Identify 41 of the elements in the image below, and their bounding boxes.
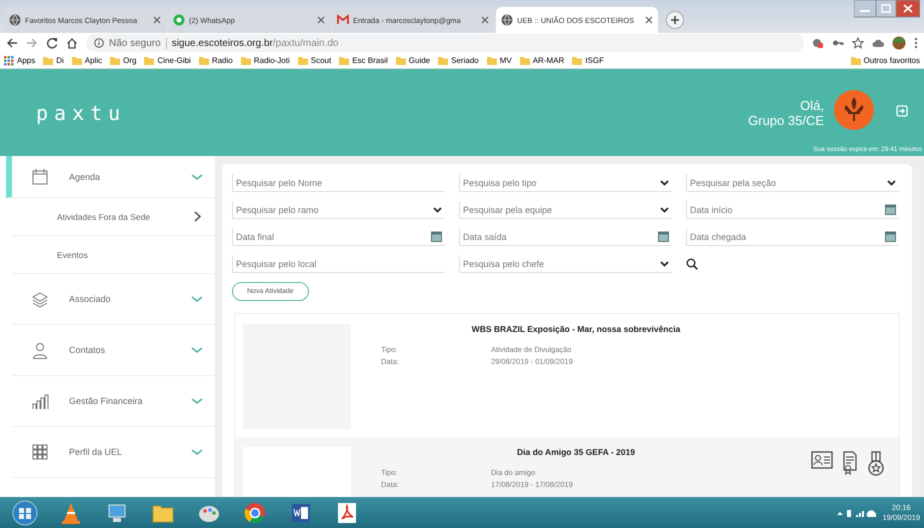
dropdown-field[interactable]: Pesquisar pelo ramo [232, 201, 445, 219]
user-name: Grupo 35/CE [748, 112, 824, 128]
sidebar-item[interactable]: Associado [12, 274, 215, 325]
activity-title: Dia do Amigo 35 GEFA - 2019 [516, 447, 636, 457]
date-field[interactable]: Data saída [459, 228, 672, 246]
input-field[interactable]: Pesquisar pelo Nome [232, 174, 445, 192]
input-field[interactable]: Pesquisar pelo local [232, 255, 445, 273]
bookmark[interactable]: Guide [396, 56, 430, 66]
bookmark[interactable]: Scout [298, 56, 332, 66]
sidebar-item[interactable]: Agenda [6, 156, 215, 198]
sidebar-subitem[interactable]: Atividades Fora da Sede [12, 198, 215, 236]
date-field[interactable]: Data final [232, 228, 445, 246]
sidebar-subitem[interactable]: Eventos [12, 236, 215, 274]
dropdown-field[interactable]: Pesquisar pela seção [686, 174, 899, 192]
date-field[interactable]: Data chegada [686, 228, 899, 246]
dropdown-field[interactable]: Pesquisar pela equipe [459, 201, 672, 219]
bookmark[interactable]: MV [486, 56, 512, 66]
bookmark[interactable]: Seriado [438, 56, 479, 66]
sidebar-item[interactable]: Contatos [12, 325, 215, 376]
bookmark[interactable]: AR-MAR [520, 56, 564, 66]
bookmark[interactable]: Di [43, 56, 64, 66]
dropdown-field[interactable]: Pesquisa pelo chefe [459, 255, 672, 273]
bookmark[interactable]: Radio [198, 56, 233, 66]
bookmark[interactable]: Radio-Joti [240, 56, 290, 66]
sidebar-item[interactable]: Gestão Financeira [12, 376, 215, 427]
logo: paxtu [36, 100, 126, 124]
bookmark[interactable]: Org [110, 56, 136, 66]
bookmark[interactable]: Cine-Gibi [144, 56, 191, 66]
bookmark[interactable]: Apps [4, 56, 36, 66]
security-label: Não seguro [109, 38, 167, 48]
activity-title: WBS BRAZIL Exposição - Mar, nossa sobrevivência [470, 324, 682, 334]
sidebar-item[interactable]: Perfil da UEL [12, 427, 215, 478]
dropdown-field[interactable]: Pesquisa pelo tipo [459, 174, 672, 192]
bookmark[interactable]: Esc Brasil [339, 56, 388, 66]
address-field[interactable]: Não seguro sigue.escoteiros.org.br/paxtu/main.do [86, 34, 804, 52]
bookmark[interactable]: ISGF [572, 56, 604, 66]
bookmark[interactable]: Aplic [72, 56, 102, 66]
greeting: Olá, [799, 98, 824, 112]
url-text: sigue.escoteiros.org.br/paxtu/main.do [172, 38, 338, 48]
bookmark[interactable]: Outros favoritos [850, 56, 920, 66]
date-field[interactable]: Data início [686, 201, 899, 219]
